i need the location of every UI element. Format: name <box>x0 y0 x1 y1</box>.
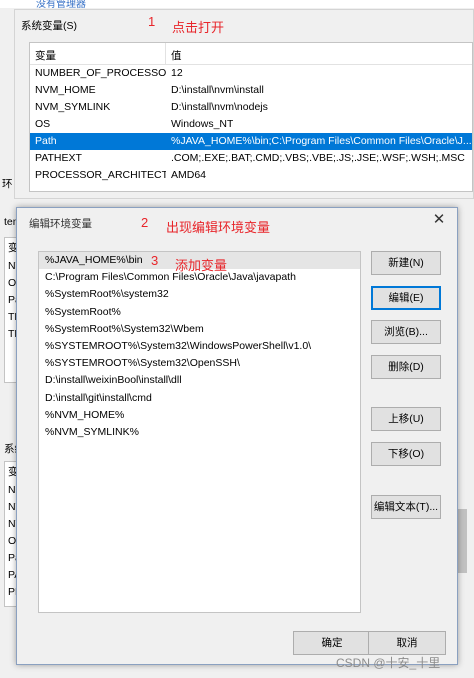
close-icon[interactable]: ✕ <box>431 211 447 229</box>
table-row[interactable]: Path %JAVA_HOME%\bin;C:\Program Files\Com… <box>30 133 472 150</box>
path-entries-list[interactable]: %JAVA_HOME%\bin C:\Program Files\Common F… <box>38 251 361 613</box>
variable-name: PATHEXT <box>35 152 82 164</box>
list-item[interactable]: %SYSTEMROOT%\System32\OpenSSH\ <box>39 355 360 372</box>
list-item[interactable]: D:\install\git\install\cmd <box>39 390 360 407</box>
table-row[interactable]: PATHEXT .COM;.EXE;.BAT;.CMD;.VBS;.VBE;.JS… <box>30 150 472 167</box>
variable-name: Path <box>35 135 57 147</box>
system-variables-group: 系统变量(S) 变量 值 NUMBER_OF_PROCESSORS 12 NVM_H… <box>14 9 474 199</box>
annotation-step-2-number: 2 <box>141 215 149 230</box>
variable-value: Windows_NT <box>171 118 234 130</box>
delete-button[interactable]: 删除(D) <box>371 355 441 379</box>
list-item[interactable]: %NVM_SYMLINK% <box>39 424 360 441</box>
edit-text-button[interactable]: 编辑文本(T)... <box>371 495 441 519</box>
variable-name: NUMBER_OF_PROCESSORS <box>35 67 166 79</box>
system-variables-title: 系统变量(S) <box>21 20 77 32</box>
variable-value: D:\install\nvm\install <box>171 84 264 96</box>
browse-button[interactable]: 浏览(B)... <box>371 320 441 344</box>
table-row[interactable]: NUMBER_OF_PROCESSORS 12 <box>30 65 472 82</box>
variable-name: NVM_SYMLINK <box>35 101 111 113</box>
table-row[interactable]: PROCESSOR_ARCHITECT... AMD64 <box>30 167 472 184</box>
annotation-step-3-number: 3 <box>151 253 159 268</box>
variable-name: OS <box>35 118 51 130</box>
list-item[interactable]: %NVM_HOME% <box>39 407 360 424</box>
table-row[interactable]: OS Windows_NT <box>30 116 472 133</box>
variable-value: AMD64 <box>171 169 207 181</box>
annotation-step-2-text: 出现编辑环境变量 <box>166 220 271 235</box>
table-row[interactable]: NVM_SYMLINK D:\install\nvm\nodejs <box>30 99 472 116</box>
edit-button[interactable]: 编辑(E) <box>371 286 441 310</box>
table-header: 变量 值 <box>30 43 472 65</box>
annotation-step-3-text: 添加变量 <box>175 258 228 273</box>
variable-value: %JAVA_HOME%\bin;C:\Program Files\Common … <box>171 135 472 147</box>
variable-name: NVM_HOME <box>35 84 96 96</box>
list-item[interactable]: %SYSTEMROOT%\System32\WindowsPowerShell\… <box>39 338 360 355</box>
variable-value: 12 <box>171 67 183 79</box>
table-row[interactable]: NVM_HOME D:\install\nvm\install <box>30 82 472 99</box>
top-fragment-text: 没有管理器 <box>36 0 86 8</box>
left-fragment-edge: 环 <box>2 178 13 190</box>
variable-value: .COM;.EXE;.BAT;.CMD;.VBS;.VBE;.JS;.JSE;.… <box>171 152 465 164</box>
variable-value: D:\install\nvm\nodejs <box>171 101 268 113</box>
column-header-variable[interactable]: 变量 <box>30 43 166 64</box>
annotation-step-1-text: 点击打开 <box>172 20 225 35</box>
list-item[interactable]: %SystemRoot%\System32\Wbem <box>39 321 360 338</box>
dialog-title: 编辑环境变量 <box>29 218 92 230</box>
list-item[interactable]: %SystemRoot%\system32 <box>39 286 360 303</box>
cancel-button[interactable]: 取消 <box>368 631 446 655</box>
edit-environment-variable-dialog: 编辑环境变量 ✕ %JAVA_HOME%\bin C:\Program Files… <box>16 207 458 665</box>
ok-button[interactable]: 确定 <box>293 631 371 655</box>
system-variables-table[interactable]: 变量 值 NUMBER_OF_PROCESSORS 12 NVM_HOME D:\in… <box>29 42 473 192</box>
list-item[interactable]: D:\install\weixinBool\install\dll <box>39 372 360 389</box>
variable-name: PROCESSOR_ARCHITECT... <box>35 169 166 181</box>
move-up-button[interactable]: 上移(U) <box>371 407 441 431</box>
system-variables-rows: NUMBER_OF_PROCESSORS 12 NVM_HOME D:\install… <box>30 65 472 184</box>
annotation-step-1-number: 1 <box>148 14 156 29</box>
watermark: CSDN @十安_十里 <box>336 656 441 670</box>
column-header-value[interactable]: 值 <box>166 43 182 64</box>
list-item[interactable]: %SystemRoot% <box>39 304 360 321</box>
new-button[interactable]: 新建(N) <box>371 251 441 275</box>
move-down-button[interactable]: 下移(O) <box>371 442 441 466</box>
scrollbar-thumb[interactable] <box>458 509 467 573</box>
top-fragment: 没有管理器 <box>0 0 474 8</box>
